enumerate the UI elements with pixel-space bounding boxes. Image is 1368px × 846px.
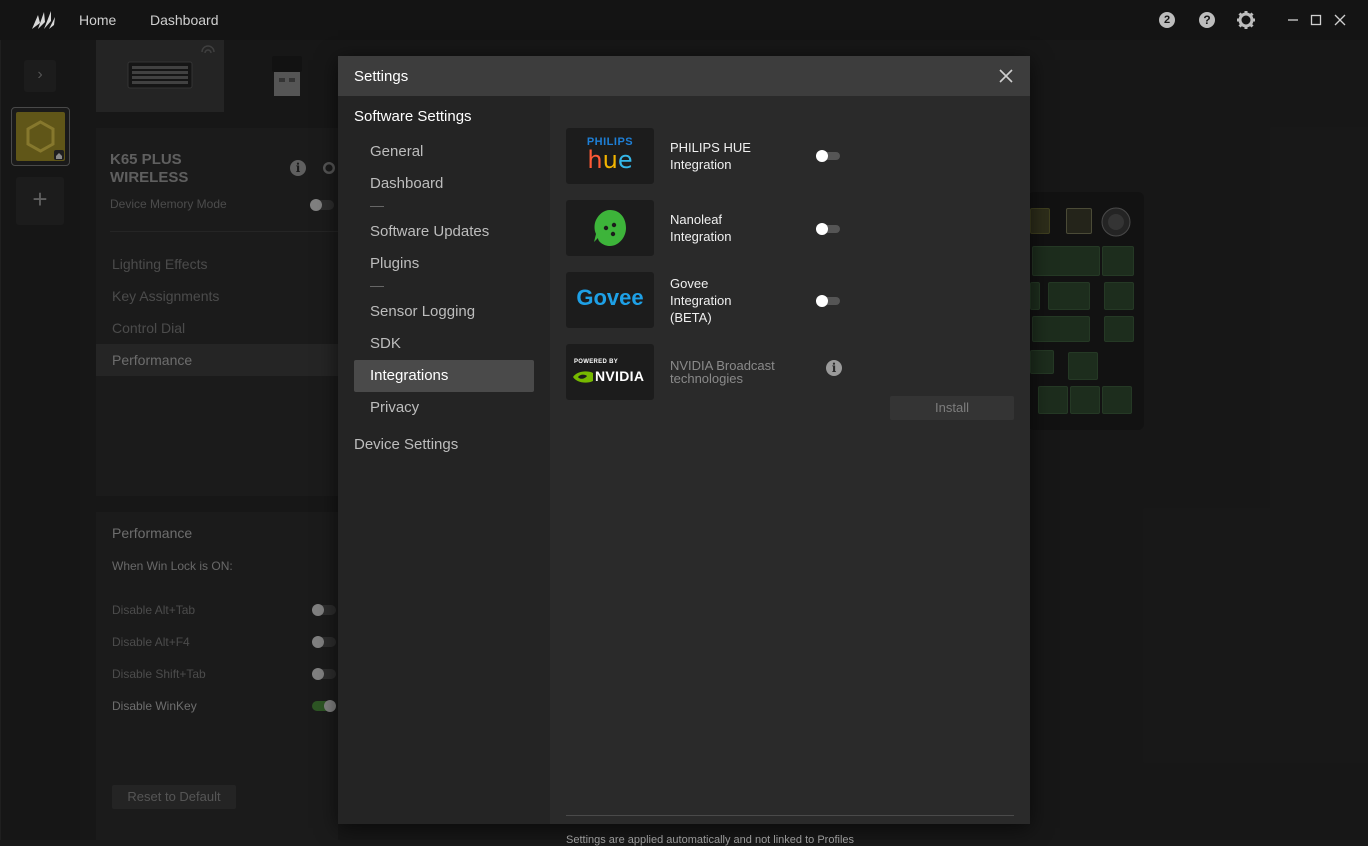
gear-icon[interactable] — [1236, 10, 1256, 30]
philips-hue-toggle[interactable] — [816, 150, 840, 162]
minimize-icon[interactable] — [1284, 11, 1302, 29]
govee-logo: Govee — [566, 272, 654, 328]
nanoleaf-toggle[interactable] — [816, 223, 840, 235]
nvidia-eye-icon — [573, 371, 593, 383]
philips-hue-label: PHILIPS HUE Integration — [670, 140, 751, 172]
title-bar: Home Dashboard 2 ? — [0, 0, 1368, 40]
notification-count: 2 — [1159, 12, 1175, 28]
corsair-logo-icon — [32, 11, 55, 29]
govee-toggle[interactable] — [816, 295, 840, 307]
nanoleaf-label: Nanoleaf Integration — [670, 212, 732, 244]
footer-note: Settings are applied automatically and n… — [566, 834, 855, 846]
close-icon[interactable] — [996, 66, 1016, 86]
nvidia-logo: POWERED BY NVIDIA — [566, 344, 654, 400]
nav-separator — [370, 286, 384, 287]
modal-title: Settings — [354, 68, 409, 85]
integrations-content: PHILIPS hue PHILIPS HUE Integration Nano… — [550, 96, 1030, 846]
nav-item-dashboard[interactable]: Dashboard — [354, 168, 534, 200]
nav-item-privacy[interactable]: Privacy — [354, 392, 534, 424]
settings-modal: Settings Software Settings General Dashb… — [338, 56, 1030, 846]
nav-item-software-updates[interactable]: Software Updates — [354, 216, 534, 248]
settings-nav: Software Settings General Dashboard Soft… — [338, 96, 550, 824]
modal-header: Settings — [338, 56, 1030, 96]
philips-hue-logo: PHILIPS hue — [566, 128, 654, 184]
nav-item-plugins[interactable]: Plugins — [354, 248, 534, 280]
nav-separator — [370, 206, 384, 207]
nav-home[interactable]: Home — [79, 12, 116, 28]
nav-item-sdk[interactable]: SDK — [354, 328, 534, 360]
nvidia-install-button[interactable]: Install — [890, 396, 1014, 420]
maximize-icon[interactable] — [1307, 11, 1325, 29]
govee-label: Govee Integration (BETA) — [670, 276, 732, 325]
nav-dashboard[interactable]: Dashboard — [150, 12, 219, 28]
nav-section-device[interactable]: Device Settings — [354, 436, 458, 453]
nav-item-integrations[interactable]: Integrations — [354, 360, 534, 392]
nanoleaf-logo — [566, 200, 654, 256]
footer-divider — [566, 815, 1014, 816]
nvidia-info-icon[interactable]: i — [826, 360, 842, 376]
close-window-icon[interactable] — [1331, 11, 1349, 29]
nav-item-sensor-logging[interactable]: Sensor Logging — [354, 296, 534, 328]
nav-section-software[interactable]: Software Settings — [354, 108, 472, 125]
nanoleaf-leaf-icon — [594, 210, 626, 246]
nvidia-label: NVIDIA Broadcast technologies — [670, 358, 775, 386]
badge-icon[interactable]: 2 — [1157, 10, 1177, 30]
help-icon[interactable]: ? — [1197, 10, 1217, 30]
nav-item-general[interactable]: General — [354, 136, 534, 168]
